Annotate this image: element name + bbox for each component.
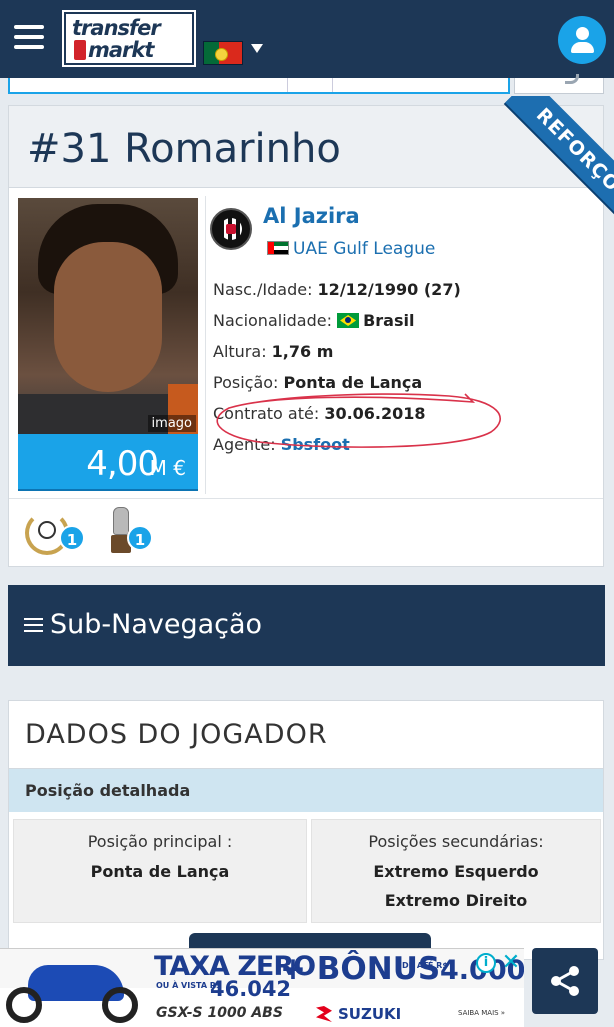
top-navigation-bar: transfer markt <box>0 0 614 78</box>
trophy-count-badge: 1 <box>127 525 153 551</box>
uae-flag-icon <box>267 241 289 255</box>
main-position-header: Posição principal : <box>87 832 233 851</box>
sub-navigation-toggle[interactable]: Sub-Navegação <box>8 585 605 666</box>
search-divider <box>332 78 333 92</box>
fact-birth: Nasc./Idade: 12/12/1990 (27) <box>213 280 593 299</box>
hamburger-icon[interactable] <box>14 25 44 49</box>
ribbon-label: REFORÇO <box>505 96 614 223</box>
fact-label: Altura: <box>213 342 267 361</box>
ad-model: GSX-S 1000 ABS <box>156 1005 283 1021</box>
fact-contract: Contrato até: 30.06.2018 <box>213 404 593 423</box>
logo-mark <box>74 40 86 60</box>
detailed-position-header: Posição detalhada <box>9 768 603 812</box>
ad-more-link[interactable]: SAIBA MAIS » <box>458 1009 505 1017</box>
league-link[interactable]: UAE Gulf League <box>293 239 435 259</box>
share-icon <box>551 966 579 996</box>
detailed-position-label: Posição detalhada <box>25 781 191 800</box>
close-icon[interactable]: ✕ <box>500 952 522 974</box>
cup-body <box>113 507 129 535</box>
search-strip <box>8 74 604 96</box>
main-position-box: Posição principal : Ponta de Lança <box>13 819 307 923</box>
trophy-bar: 1 1 <box>9 498 603 566</box>
fact-value: 30.06.2018 <box>324 404 426 423</box>
fact-value: Ponta de Lança <box>283 373 423 392</box>
medal-ball <box>38 521 56 539</box>
motorcycle-image <box>6 957 146 1023</box>
reinforcement-ribbon: REFORÇO <box>487 96 614 226</box>
fact-value: 1,76 m <box>271 342 334 361</box>
photo-credit: imago <box>147 415 196 432</box>
ad-brand: SUZUKI <box>316 1005 401 1023</box>
secondary-positions-header: Posições secundárias: <box>368 832 544 851</box>
transfermarkt-logo[interactable]: transfer markt <box>62 10 196 67</box>
section-title: DADOS DO JOGADOR <box>25 719 328 750</box>
user-icon-body <box>571 42 594 53</box>
menu-lines-icon <box>24 618 43 632</box>
fact-value: 12/12/1990 (27) <box>317 280 461 299</box>
divider <box>205 196 206 494</box>
ad-price: 46.042 <box>210 977 292 1001</box>
trophy-count-badge: 1 <box>59 525 85 551</box>
portugal-flag-icon[interactable] <box>203 41 243 65</box>
user-account-button[interactable] <box>558 16 606 64</box>
market-value-box[interactable]: 4,00 M € <box>18 434 198 491</box>
logo-text-line2: markt <box>88 38 154 62</box>
secondary-position-1: Extremo Esquerdo <box>373 862 539 881</box>
player-data-section: DADOS DO JOGADOR Posição detalhada Posiç… <box>8 700 604 961</box>
main-position-value: Ponta de Lança <box>90 862 230 881</box>
fact-label: Nacionalidade: <box>213 311 332 330</box>
moto-wheel <box>102 987 138 1023</box>
photo-face <box>54 242 162 392</box>
advertisement-banner[interactable]: TAXA ZERO OU À VISTA R$ 46.042 + BÔNUS D… <box>0 948 524 1027</box>
secondary-position-2: Extremo Direito <box>384 891 528 910</box>
market-value: 4,00 <box>86 444 159 484</box>
search-input[interactable] <box>8 78 510 94</box>
club-link[interactable]: Al Jazira <box>263 204 360 228</box>
secondary-positions-box: Posições secundárias: Extremo Esquerdo E… <box>311 819 601 923</box>
fact-nationality: Nacionalidade: Brasil <box>213 311 593 330</box>
player-profile-card: #31 Romarinho REFORÇO imago 4,00 M € Al … <box>8 96 614 567</box>
fact-label: Agente: <box>213 435 276 454</box>
brazil-flag-icon <box>337 313 360 328</box>
fact-agent: Agente: Sbsfoot <box>213 435 593 454</box>
user-icon <box>576 27 589 40</box>
agent-link[interactable]: Sbsfoot <box>281 435 350 454</box>
fact-position: Posição: Ponta de Lança <box>213 373 593 392</box>
logo-text-line1: transfer <box>72 16 161 40</box>
player-title: #31 Romarinho <box>27 126 341 172</box>
fact-label: Contrato até: <box>213 404 320 423</box>
search-divider <box>287 78 288 92</box>
fact-value: Brasil <box>363 311 415 330</box>
moto-wheel <box>6 987 42 1023</box>
search-button[interactable] <box>514 74 604 94</box>
fact-label: Nasc./Idade: <box>213 280 313 299</box>
market-value-unit: M € <box>149 456 186 480</box>
search-icon <box>565 74 579 84</box>
ad-info-icon[interactable]: i <box>476 953 496 973</box>
player-photo[interactable]: imago <box>18 198 198 434</box>
club-crest-icon[interactable] <box>210 208 252 250</box>
sub-navigation-label: Sub-Navegação <box>50 609 263 640</box>
fact-label: Posição: <box>213 373 279 392</box>
fact-height: Altura: 1,76 m <box>213 342 593 361</box>
chevron-down-icon[interactable] <box>251 44 263 53</box>
share-button[interactable] <box>532 948 598 1014</box>
